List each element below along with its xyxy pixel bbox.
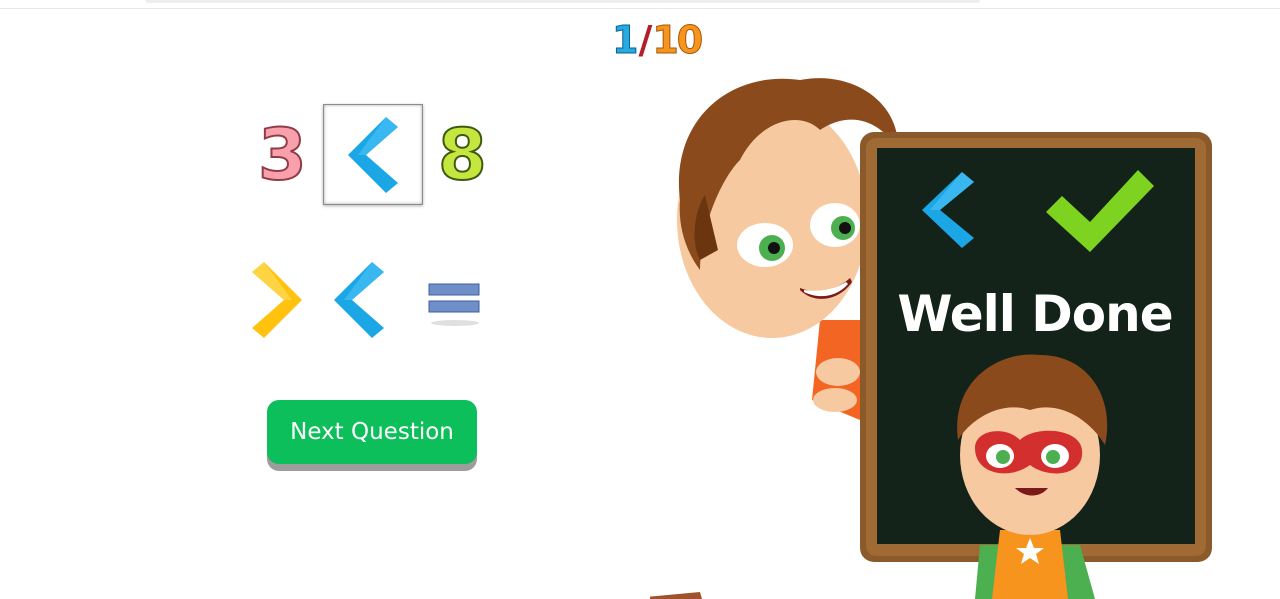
- top-divider: [0, 8, 1280, 9]
- progress-total: 10: [652, 18, 704, 63]
- left-number: 3: [257, 114, 308, 196]
- greater-than-icon: [252, 262, 302, 338]
- less-than-icon: [334, 262, 384, 338]
- next-question-button[interactable]: Next Question: [267, 400, 477, 464]
- equals-icon: [428, 283, 480, 326]
- progress-current: 1: [611, 18, 639, 63]
- hero-character: [957, 354, 1108, 599]
- answer-slot[interactable]: [323, 104, 423, 205]
- choice-greater-than[interactable]: [248, 260, 308, 344]
- choice-less-than[interactable]: [328, 260, 388, 344]
- desk-edge: [650, 592, 702, 599]
- right-number: 8: [437, 114, 488, 196]
- progress-separator: /: [638, 18, 652, 62]
- top-bar: [145, 0, 980, 3]
- less-than-icon: [348, 117, 398, 193]
- well-done-message: Well Done: [897, 285, 1173, 343]
- choice-equals[interactable]: [425, 278, 485, 332]
- question-progress: 1/10: [611, 18, 704, 63]
